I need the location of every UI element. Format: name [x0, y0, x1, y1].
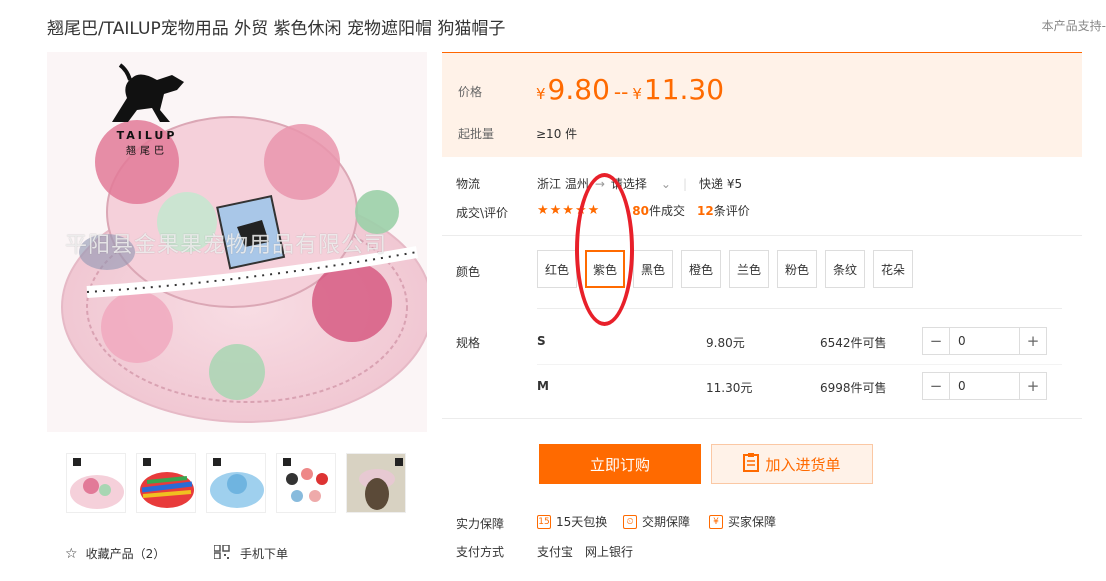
mobile-order[interactable]: 手机下单	[213, 544, 289, 562]
brand-logo: TAILUP 翘尾巴	[97, 60, 197, 157]
logo-text: TAILUP	[116, 129, 178, 142]
thumbnail-assorted-hats[interactable]	[276, 453, 336, 513]
logistics-origin: 浙江 温州	[537, 177, 589, 191]
plus-button[interactable]: +	[1020, 373, 1046, 399]
qr-code-icon	[213, 544, 230, 562]
deal-count: 80	[632, 203, 649, 218]
clipboard-icon	[743, 452, 760, 476]
currency-symbol: ¥	[632, 85, 642, 103]
product-title: 翘尾巴/TAILUP宠物用品 外贸 紫色休闲 宠物遮阳帽 狗猫帽子	[47, 19, 506, 39]
guarantee-item[interactable]: ⏲ 交期保障	[623, 513, 690, 530]
shield-icon: ¥	[709, 514, 723, 529]
spec-price: 11.30元	[706, 381, 753, 395]
add-to-list-label: 加入进货单	[765, 455, 841, 474]
payment-methods: 支付宝 网上银行	[537, 543, 633, 560]
payment-method: 支付宝	[537, 545, 574, 559]
thumbnail-striped-hat[interactable]	[136, 453, 196, 513]
spec-price: 9.80元	[706, 336, 745, 350]
review-count-suffix[interactable]: 条评价	[714, 202, 750, 219]
guarantee-item[interactable]: ¥ 买家保障	[709, 513, 776, 530]
minus-button[interactable]: −	[923, 373, 949, 399]
review-count[interactable]: 12	[697, 204, 714, 218]
logistics-info: 浙江 温州 → 请选择 ⌄ | 快递 ¥5	[537, 175, 742, 192]
color-option-stripe[interactable]: 条纹	[825, 250, 865, 288]
spec-label: 规格	[456, 336, 481, 350]
quantity-input[interactable]: 0	[949, 373, 1020, 399]
price-panel: 价格 ¥ 9.80 -- ¥ 11.30 起批量 ≥10 件	[442, 52, 1082, 157]
destination-select[interactable]: 请选择	[611, 175, 647, 192]
deals-info: ★★★★★ 80 件成交 12 条评价	[537, 202, 750, 219]
spec-row: S 9.80元 6542件可售 − 0 +	[537, 327, 1047, 355]
main-product-image[interactable]: TAILUP 翘尾巴 平阳县金果果宠物用品有限公司	[47, 52, 427, 432]
moq-value: ≥10 件	[536, 127, 578, 141]
logo-sub-text: 翘尾巴	[126, 146, 168, 157]
add-to-list-button[interactable]: 加入进货单	[711, 444, 873, 484]
color-option-pink[interactable]: 粉色	[777, 250, 817, 288]
deals-label: 成交\评价	[456, 206, 509, 220]
spec-name: M	[537, 379, 549, 393]
color-option-black[interactable]: 黑色	[633, 250, 673, 288]
deal-count-suffix: 件成交	[648, 204, 685, 218]
minus-button[interactable]: −	[923, 328, 949, 354]
spec-stock: 6998件可售	[820, 381, 887, 395]
guarantee-text: 交期保障	[642, 515, 691, 529]
express-fee: 快递 ¥5	[699, 177, 743, 191]
favorite-product[interactable]: ☆ 收藏产品（2）	[65, 545, 165, 562]
guarantee-item[interactable]: 15 15天包换	[537, 513, 607, 530]
payment-method: 网上银行	[585, 545, 634, 559]
buy-now-button[interactable]: 立即订购	[539, 444, 701, 484]
star-outline-icon: ☆	[65, 545, 78, 562]
quantity-input[interactable]: 0	[949, 328, 1020, 354]
dog-logo-icon	[112, 63, 184, 122]
mobile-order-label: 手机下单	[240, 547, 289, 561]
color-option-purple[interactable]: 紫色	[585, 250, 625, 288]
guarantee-text: 买家保障	[728, 515, 777, 529]
exchange-icon: 15	[537, 514, 551, 529]
divider	[537, 364, 1062, 365]
divider	[442, 235, 1082, 236]
color-option-orange[interactable]: 橙色	[681, 250, 721, 288]
payment-label: 支付方式	[456, 545, 505, 559]
thumbnail-floral-hat[interactable]	[66, 453, 126, 513]
thumbnail-dog-wearing-hat[interactable]	[346, 453, 406, 513]
guarantee-text: 15天包换	[556, 515, 608, 529]
color-option-red[interactable]: 红色	[537, 250, 577, 288]
color-options: 红色 紫色 黑色 橙色 兰色 粉色 条纹 花朵	[537, 250, 913, 288]
price-high: 11.30	[643, 73, 725, 106]
logistics-label: 物流	[456, 177, 481, 191]
divider	[537, 308, 1062, 309]
favorite-label: 收藏产品（2）	[85, 547, 166, 561]
moq-label: 起批量	[458, 127, 495, 141]
guarantee-label: 实力保障	[456, 517, 505, 531]
price-separator: --	[613, 80, 629, 104]
watermark-text: 平阳县金果果宠物用品有限公司	[65, 233, 388, 258]
plus-button[interactable]: +	[1020, 328, 1046, 354]
price-low: 9.80	[547, 73, 610, 106]
quantity-stepper: − 0 +	[922, 372, 1047, 400]
rating-stars-icon: ★★★★★	[537, 203, 601, 218]
product-support-link[interactable]: 本产品支持-	[1042, 17, 1106, 34]
currency-symbol: ¥	[536, 85, 546, 103]
divider	[442, 418, 1082, 419]
quantity-stepper: − 0 +	[922, 327, 1047, 355]
arrow-right-icon: →	[594, 176, 605, 191]
divider: |	[682, 176, 688, 191]
delivery-icon: ⏲	[623, 514, 637, 529]
spec-name: S	[537, 334, 546, 348]
spec-row: M 11.30元 6998件可售 − 0 +	[537, 372, 1047, 400]
color-label: 颜色	[456, 265, 481, 279]
thumbnail-blue-hat[interactable]	[206, 453, 266, 513]
color-option-blue[interactable]: 兰色	[729, 250, 769, 288]
color-option-flower[interactable]: 花朵	[873, 250, 913, 288]
chevron-down-icon[interactable]: ⌄	[661, 177, 671, 191]
spec-stock: 6542件可售	[820, 336, 887, 350]
price-label: 价格	[458, 85, 483, 99]
price-range: ¥ 9.80 -- ¥ 11.30	[536, 73, 724, 106]
thumbnail-strip	[66, 453, 406, 513]
